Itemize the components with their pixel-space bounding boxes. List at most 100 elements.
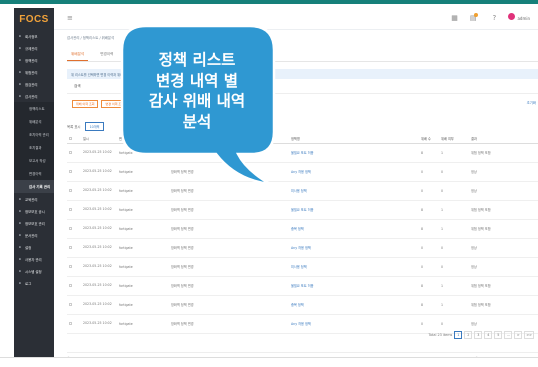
notification-icon[interactable]: ▤ xyxy=(470,12,481,22)
row-checkbox[interactable] xyxy=(69,321,72,325)
topbar: ≡ ▦ ▤ ? admin xyxy=(54,8,538,30)
last-page-button[interactable]: >> xyxy=(524,331,534,339)
logo-area[interactable]: FOCS xyxy=(14,8,54,30)
sidebar-item-11[interactable]: 변경이력 xyxy=(14,167,54,180)
row-checkbox-cell[interactable] xyxy=(67,238,81,258)
sidebar-item-1[interactable]: ▪ 규제관리 xyxy=(14,42,54,54)
cell-policy[interactable]: 중복 정책 xyxy=(289,295,419,315)
col-flag[interactable]: 위배 여부 xyxy=(439,135,469,144)
cell-count: 8 xyxy=(419,276,439,296)
menu-toggle-icon[interactable]: ≡ xyxy=(67,14,73,22)
next-page-button[interactable]: > xyxy=(514,331,523,339)
page-2[interactable]: 2 xyxy=(464,331,473,339)
cell-policy[interactable]: 미사용 정책 xyxy=(289,257,419,277)
page-4[interactable]: 4 xyxy=(484,331,493,339)
cell-policy[interactable]: 불필요 포트 허용 xyxy=(289,200,419,220)
cell-user: fortigate xyxy=(117,295,169,315)
row-checkbox-cell[interactable] xyxy=(67,200,81,220)
col-item[interactable]: 항목 xyxy=(169,135,289,144)
sidebar-item-8[interactable]: 조치이력 관리 xyxy=(14,128,54,141)
sidebar-item-4[interactable]: ▪ 점검관리 xyxy=(14,78,54,90)
cell-policy[interactable]: 불필요 포트 허용 xyxy=(289,276,419,296)
cell-date: 2023-05-25 10:02 xyxy=(81,314,117,334)
sidebar-item-15[interactable]: ▪ 정보보호 관리 xyxy=(14,217,54,229)
sidebar-item-13[interactable]: ▪ 교육관리 xyxy=(14,193,54,205)
sidebar-item-12[interactable]: 감사 기록 관리 xyxy=(14,180,54,193)
sidebar-item-20[interactable]: ▪ 로그 xyxy=(14,277,54,289)
row-checkbox[interactable] xyxy=(69,302,72,306)
row-checkbox-cell[interactable] xyxy=(67,314,81,334)
sidebar-item-5[interactable]: ▪ 감사관리 xyxy=(14,90,54,102)
cell-policy[interactable]: Any 허용 정책 xyxy=(289,162,419,182)
row-checkbox[interactable] xyxy=(69,245,72,249)
sidebar-item-0[interactable]: ▪ 회사정보 xyxy=(14,30,54,42)
col-select[interactable] xyxy=(67,135,81,144)
cell-policy[interactable]: Any 허용 정책 xyxy=(289,238,419,258)
row-checkbox[interactable] xyxy=(69,264,72,268)
page-more[interactable]: … xyxy=(504,331,513,339)
cell-policy[interactable]: Any 허용 정책 xyxy=(289,314,419,334)
cell-policy[interactable]: 불필요 포트 허용 xyxy=(289,143,419,163)
page-3[interactable]: 3 xyxy=(474,331,483,339)
row-checkbox[interactable] xyxy=(69,188,72,192)
table-row[interactable]: 2023-05-25 10:02 fortigate 방화벽 정책 변경 Any 허용… xyxy=(67,238,538,258)
row-checkbox[interactable] xyxy=(69,226,72,230)
row-checkbox[interactable] xyxy=(69,283,72,287)
table-row[interactable]: 2023-05-25 10:02 fortigate 방화벽 정책 변경 불필요 포트… xyxy=(67,276,538,296)
row-checkbox-cell[interactable] xyxy=(67,257,81,277)
cell-policy[interactable]: 미사용 정책 xyxy=(289,181,419,201)
select-all-checkbox[interactable] xyxy=(69,136,72,140)
sidebar-item-14[interactable]: ▪ 정보보호 공시 xyxy=(14,205,54,217)
page-1[interactable]: 1 xyxy=(454,331,463,339)
sidebar-item-17[interactable]: ▪ 설정 xyxy=(14,241,54,253)
table-row[interactable]: 2023-05-25 10:02 fortigate 방화벽 정책 변경 중복 정책 8… xyxy=(67,219,538,239)
grid-icon[interactable]: ▦ xyxy=(451,14,458,22)
row-checkbox-cell[interactable] xyxy=(67,295,81,315)
sidebar-item-7[interactable]: 위배분석 xyxy=(14,115,54,128)
change-history-button[interactable]: 변경 이력 조회 xyxy=(101,100,128,108)
tab-violation-analysis[interactable]: 위배분석 xyxy=(67,49,89,61)
user-menu[interactable]: admin xyxy=(508,13,530,22)
help-icon[interactable]: ? xyxy=(493,14,497,22)
sidebar-item-18[interactable]: ▪ 사용자 관리 xyxy=(14,253,54,265)
page-5[interactable]: 5 xyxy=(494,331,503,339)
row-checkbox[interactable] xyxy=(69,207,72,211)
row-checkbox-cell[interactable] xyxy=(67,143,81,163)
violation-history-button[interactable]: 위배 이력 조회 xyxy=(72,100,99,108)
table-row[interactable]: 2023-05-25 10:02 fortigate 방화벽 정책 변경 미사용 정책… xyxy=(67,257,538,277)
col-policy[interactable]: 정책명 xyxy=(289,135,419,144)
cell-policy[interactable]: 중복 정책 xyxy=(289,219,419,239)
sidebar-item-label: 사용자 관리 xyxy=(25,257,42,262)
row-checkbox[interactable] xyxy=(69,169,72,173)
page-size-select[interactable]: 10개씩 xyxy=(84,122,105,131)
row-checkbox-cell[interactable] xyxy=(67,219,81,239)
table-row[interactable]: 2023-05-25 10:02 fortigate 방화벽 정책 변경 불필요 포트… xyxy=(67,143,538,163)
sidebar-item-6[interactable]: 정책리스트 xyxy=(14,102,54,115)
sidebar-item-3[interactable]: ▪ 위험관리 xyxy=(14,66,54,78)
col-count[interactable]: 위배 수 xyxy=(419,135,439,144)
table-row[interactable]: 2023-05-25 10:02 fortigate 방화벽 정책 변경 미사용 정책… xyxy=(67,181,538,201)
cell-flag: 0 xyxy=(439,257,469,277)
cell-user: fortigate xyxy=(117,162,169,182)
row-checkbox[interactable] xyxy=(69,150,72,154)
row-checkbox-cell[interactable] xyxy=(67,276,81,296)
table-row[interactable]: 2023-05-25 10:02 fortigate 방화벽 정책 변경 불필요 포트… xyxy=(67,200,538,220)
tab-change-history[interactable]: 변경이력 xyxy=(96,49,117,61)
row-checkbox-cell[interactable] xyxy=(67,181,81,201)
col-user[interactable]: 변경자 xyxy=(117,135,169,144)
table-row[interactable]: 2023-05-25 10:02 fortigate 방화벽 정책 변경 Any 허용… xyxy=(67,162,538,182)
table-row[interactable]: 2023-05-25 10:02 fortigate 방화벽 정책 변경 중복 정책 8… xyxy=(67,295,538,315)
sidebar-item-16[interactable]: ▪ 문서관리 xyxy=(14,229,54,241)
sidebar-item-9[interactable]: 조치결과 xyxy=(14,141,54,154)
breadcrumb: 감사관리 / 정책리스트 / 위배분석 xyxy=(67,36,115,40)
sidebar-item-10[interactable]: 보고서 작성 xyxy=(14,154,54,167)
sidebar-item-19[interactable]: ▪ 시스템 설정 xyxy=(14,265,54,277)
sidebar-item-2[interactable]: ▪ 정책관리 xyxy=(14,54,54,66)
cell-flag: 0 xyxy=(439,238,469,258)
col-result[interactable]: 결과 xyxy=(469,135,538,144)
row-checkbox-cell[interactable] xyxy=(67,162,81,182)
col-date[interactable]: 일시 xyxy=(81,135,117,144)
reset-link[interactable]: 초기화 xyxy=(527,100,536,105)
sidebar-item-label: 위배분석 xyxy=(29,120,42,124)
info-notice: 위 리스트를 선택하면 변경 이력과 위배 분석 내용을 확인할 수 있습니다. xyxy=(67,69,538,79)
